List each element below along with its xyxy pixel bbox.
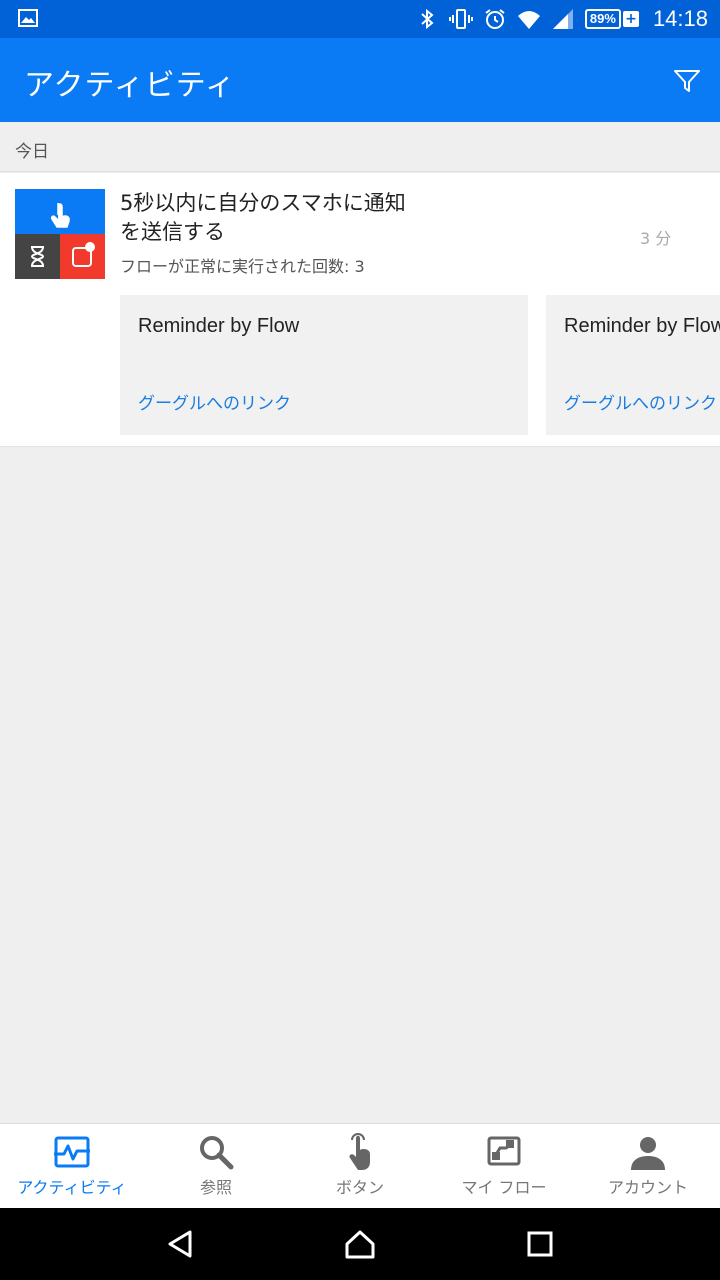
my-flows-icon	[487, 1136, 521, 1166]
bottom-nav: アクティビティ 参照 ボタン マイ フロー アカウント	[0, 1123, 720, 1208]
nav-item-browse[interactable]: 参照	[144, 1124, 288, 1208]
nav-item-account[interactable]: アカウント	[576, 1124, 720, 1208]
card-link[interactable]: グーグルへのリンク	[564, 389, 717, 414]
bluetooth-icon	[421, 8, 434, 30]
system-nav-bar	[0, 1208, 720, 1280]
nav-item-activity[interactable]: アクティビティ	[0, 1124, 144, 1208]
recent-apps-icon[interactable]	[524, 1228, 556, 1260]
nav-label: 参照	[199, 1178, 232, 1197]
card-title: Reminder by Flow	[564, 315, 720, 337]
hourglass-icon	[30, 246, 45, 267]
battery-level: 89%	[584, 9, 621, 29]
touch-button-icon	[349, 1133, 370, 1170]
image-notification-icon	[18, 9, 38, 27]
account-icon	[631, 1137, 665, 1170]
signal-icon	[552, 9, 573, 29]
flow-run-count: フローが正常に実行された回数: 3	[120, 257, 365, 276]
activity-item[interactable]: 5秒以内に自分のスマホに通知を送信する フローが正常に実行された回数: 3 3 …	[0, 173, 720, 447]
nav-label: アカウント	[607, 1178, 688, 1197]
nav-item-my-flows[interactable]: マイ フロー	[432, 1124, 576, 1208]
touch-icon	[51, 203, 70, 228]
notification-icon	[72, 242, 95, 267]
page-title: アクティビティ	[24, 68, 236, 103]
alarm-icon	[485, 9, 505, 29]
notification-card[interactable]: Reminder by Flow グーグルへのリンク	[546, 295, 720, 435]
section-header-today: 今日	[0, 122, 720, 172]
flow-icon-trigger	[15, 189, 105, 234]
clock: 14:18	[652, 6, 708, 31]
nav-label: アクティビティ	[17, 1178, 127, 1197]
flow-icon-notification	[60, 234, 105, 279]
nav-label: ボタン	[335, 1178, 384, 1197]
flow-time: 3 分	[640, 229, 672, 248]
flow-icon-delay	[15, 234, 60, 279]
flow-title: 5秒以内に自分のスマホに通知を送信する	[120, 191, 406, 244]
battery-indicator: 89% +	[584, 9, 639, 29]
flow-icon	[15, 189, 105, 279]
filter-icon[interactable]	[672, 66, 702, 96]
back-icon[interactable]	[164, 1228, 196, 1260]
activity-icon	[54, 1136, 90, 1168]
search-icon	[200, 1136, 234, 1170]
charging-icon: +	[622, 11, 639, 27]
nav-item-buttons[interactable]: ボタン	[288, 1124, 432, 1208]
section-label: 今日	[15, 142, 49, 162]
card-link[interactable]: グーグルへのリンク	[138, 389, 291, 414]
nav-label: マイ フロー	[461, 1178, 547, 1197]
app-bar: アクティビティ	[0, 38, 720, 122]
card-title: Reminder by Flow	[138, 315, 300, 337]
home-icon[interactable]	[344, 1228, 376, 1260]
status-bar: 89% + 14:18	[0, 0, 720, 38]
vibrate-icon	[448, 9, 473, 29]
notification-card[interactable]: Reminder by Flow グーグルへのリンク	[120, 295, 528, 435]
wifi-icon	[517, 11, 540, 29]
